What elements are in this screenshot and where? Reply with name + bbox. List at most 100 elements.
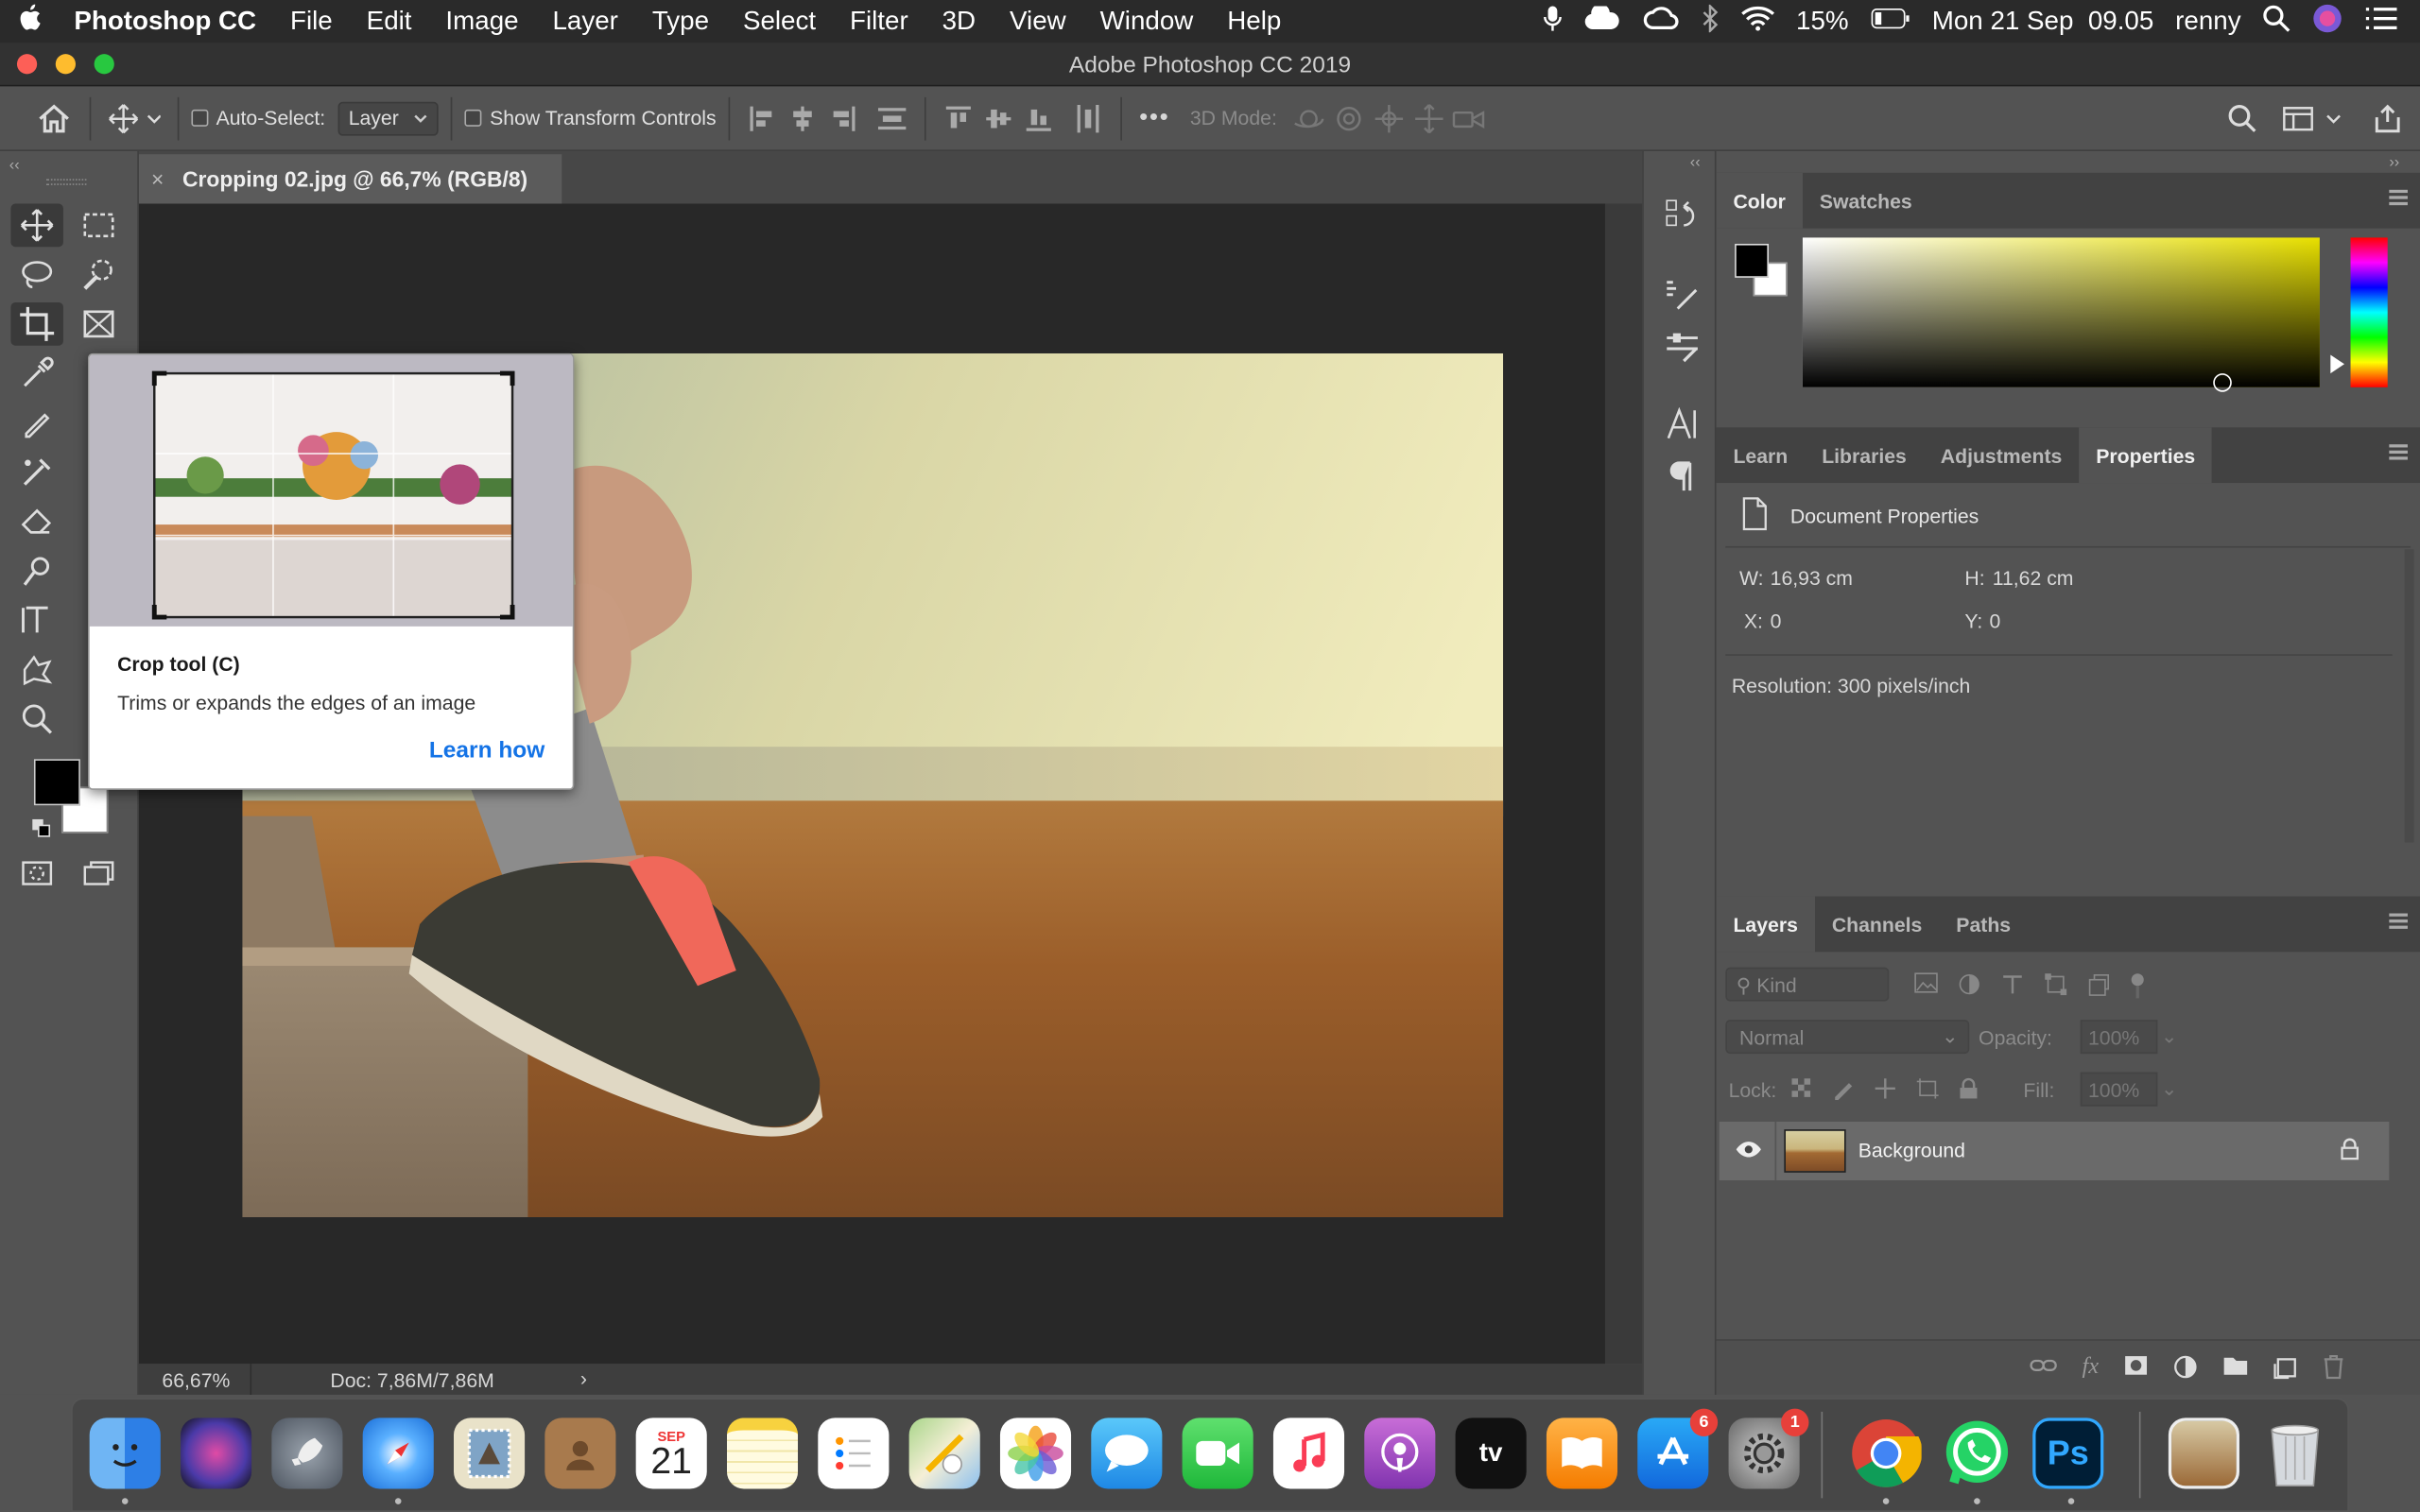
color-panel-foreground-swatch[interactable] bbox=[1735, 243, 1770, 278]
align-bottom-edges-icon[interactable] bbox=[1019, 96, 1059, 140]
pen-tool-icon[interactable] bbox=[10, 549, 63, 593]
notes-icon[interactable] bbox=[726, 1418, 799, 1489]
brush-tool-icon[interactable] bbox=[10, 401, 63, 444]
search-icon[interactable] bbox=[2222, 96, 2262, 140]
layers-panel-menu-icon[interactable] bbox=[2389, 913, 2408, 929]
siri-dock-icon[interactable] bbox=[181, 1418, 252, 1489]
launchpad-rocket-icon[interactable] bbox=[271, 1418, 343, 1489]
new-layer-icon[interactable] bbox=[2273, 1354, 2298, 1383]
menu-select[interactable]: Select bbox=[726, 7, 833, 38]
opacity-input[interactable]: 100% ⌄ bbox=[2080, 1020, 2178, 1055]
quick-selection-tool-icon[interactable] bbox=[73, 253, 126, 297]
filter-toggle-icon[interactable] bbox=[2130, 972, 2145, 1005]
panel-grip[interactable] bbox=[45, 179, 87, 185]
layer-filter-kind-dropdown[interactable]: ⚲ Kind bbox=[1725, 967, 1890, 1002]
document-tab[interactable]: × Cropping 02.jpg @ 66,7% (RGB/8) bbox=[138, 154, 562, 204]
adjustment-layer-filter-icon[interactable] bbox=[1957, 972, 1981, 1005]
fill-input[interactable]: 100% ⌄ bbox=[2080, 1072, 2178, 1107]
zoom-level[interactable]: 66,67% bbox=[162, 1368, 230, 1391]
eraser-tool-icon[interactable] bbox=[10, 500, 63, 543]
hue-slider-handle[interactable] bbox=[2330, 354, 2344, 374]
photos-icon[interactable] bbox=[999, 1418, 1072, 1489]
type-layer-filter-icon[interactable] bbox=[2000, 972, 2025, 1005]
color-picker-marker[interactable] bbox=[2213, 373, 2232, 392]
delete-layer-trash-icon[interactable] bbox=[2323, 1354, 2344, 1383]
color-panel-menu-icon[interactable] bbox=[2389, 189, 2408, 206]
workspace-switcher-icon[interactable] bbox=[2281, 96, 2342, 140]
books-icon[interactable] bbox=[1546, 1418, 1618, 1489]
menu-type[interactable]: Type bbox=[635, 7, 726, 38]
crop-tool-icon[interactable] bbox=[10, 302, 63, 346]
height-value[interactable]: 11,62 cm bbox=[1993, 566, 2074, 589]
brush-settings-icon[interactable] bbox=[1666, 278, 1700, 317]
align-right-edges-icon[interactable] bbox=[822, 96, 862, 140]
3d-camera-icon[interactable] bbox=[1450, 96, 1490, 140]
menu-layer[interactable]: Layer bbox=[536, 7, 635, 38]
layer-visibility-eye-icon[interactable] bbox=[1735, 1139, 1762, 1165]
link-layers-icon[interactable] bbox=[2030, 1354, 2057, 1383]
photoshop-dock-icon[interactable]: Ps bbox=[2032, 1418, 2104, 1504]
safari-compass-icon[interactable] bbox=[362, 1418, 434, 1504]
screen-mode-icon[interactable] bbox=[73, 851, 126, 895]
properties-panel-menu-icon[interactable] bbox=[2389, 444, 2408, 460]
more-options-button[interactable]: ••• bbox=[1134, 96, 1174, 140]
notification-center-icon[interactable] bbox=[2364, 6, 2398, 38]
collapse-column-icon[interactable]: ‹‹ bbox=[1690, 154, 1701, 171]
messages-icon[interactable] bbox=[1091, 1418, 1163, 1489]
clock[interactable]: Mon 21 Sep 09.05 bbox=[1932, 7, 2154, 38]
tab-properties[interactable]: Properties bbox=[2079, 427, 2213, 484]
music-icon[interactable] bbox=[1272, 1418, 1345, 1489]
layer-row[interactable]: Background bbox=[1719, 1121, 2390, 1180]
app-menu[interactable]: Photoshop CC bbox=[59, 7, 273, 38]
shape-layer-filter-icon[interactable] bbox=[2044, 972, 2068, 1005]
menu-file[interactable]: File bbox=[273, 7, 350, 38]
align-horizontal-centers-icon[interactable] bbox=[783, 96, 822, 140]
siri-icon[interactable] bbox=[2312, 2, 2343, 41]
downloads-stack-icon[interactable] bbox=[2168, 1418, 2239, 1489]
mail-stamp-icon[interactable] bbox=[454, 1418, 526, 1489]
collapse-right-panels-icon[interactable]: ›› bbox=[2389, 154, 2399, 171]
reminders-icon[interactable] bbox=[818, 1418, 890, 1489]
auto-select-dropdown[interactable]: Layer bbox=[337, 100, 440, 135]
align-left-edges-icon[interactable] bbox=[742, 96, 782, 140]
tab-paths[interactable]: Paths bbox=[1939, 897, 2028, 953]
move-tool-icon[interactable] bbox=[10, 203, 63, 248]
vertical-scrollbar[interactable] bbox=[1604, 203, 1643, 1365]
align-top-edges-icon[interactable] bbox=[939, 96, 978, 140]
bluetooth-icon[interactable] bbox=[1701, 2, 1720, 40]
system-preferences-gear-icon[interactable]: 1 bbox=[1728, 1408, 1809, 1489]
collapse-panel-icon[interactable]: ‹‹ bbox=[9, 158, 20, 175]
distribute-horizontal-icon[interactable] bbox=[1068, 96, 1108, 140]
menu-3d[interactable]: 3D bbox=[925, 7, 993, 38]
tab-libraries[interactable]: Libraries bbox=[1805, 427, 1924, 483]
auto-select-checkbox[interactable] bbox=[191, 109, 209, 127]
tab-swatches[interactable]: Swatches bbox=[1803, 173, 1929, 229]
foreground-color-swatch[interactable] bbox=[33, 759, 80, 806]
tab-adjustments[interactable]: Adjustments bbox=[1924, 427, 2079, 483]
layer-lock-icon[interactable] bbox=[2340, 1137, 2360, 1164]
spotlight-search-icon[interactable] bbox=[2262, 4, 2290, 40]
tool-presets-icon[interactable] bbox=[1666, 330, 1700, 369]
apple-tv-icon[interactable]: tv bbox=[1455, 1418, 1527, 1489]
hue-slider[interactable] bbox=[2350, 237, 2388, 387]
x-value[interactable]: 0 bbox=[1771, 610, 1782, 632]
tab-layers[interactable]: Layers bbox=[1716, 896, 1815, 953]
battery-icon[interactable] bbox=[1870, 7, 1910, 38]
finder-icon[interactable] bbox=[89, 1418, 161, 1504]
3d-orbit-icon[interactable] bbox=[1289, 96, 1329, 140]
menu-image[interactable]: Image bbox=[428, 7, 535, 38]
layer-style-fx-icon[interactable]: fx bbox=[2082, 1354, 2099, 1383]
quick-mask-icon[interactable] bbox=[10, 851, 63, 895]
3d-pan-icon[interactable] bbox=[1370, 96, 1409, 140]
chevron-down-icon[interactable]: ⌄ bbox=[2161, 1024, 2178, 1049]
tab-learn[interactable]: Learn bbox=[1717, 427, 1806, 483]
tab-channels[interactable]: Channels bbox=[1815, 897, 1939, 953]
lock-artboard-icon[interactable] bbox=[1915, 1077, 1940, 1105]
color-picker-field[interactable] bbox=[1802, 237, 2320, 392]
maps-icon[interactable] bbox=[908, 1418, 980, 1489]
menu-window[interactable]: Window bbox=[1083, 7, 1211, 38]
cloud-icon[interactable] bbox=[1583, 3, 1620, 38]
home-icon[interactable] bbox=[31, 96, 78, 140]
document-size[interactable]: Doc: 7,86M/7,86M bbox=[330, 1368, 493, 1391]
status-menu-arrow[interactable]: › bbox=[580, 1367, 587, 1390]
